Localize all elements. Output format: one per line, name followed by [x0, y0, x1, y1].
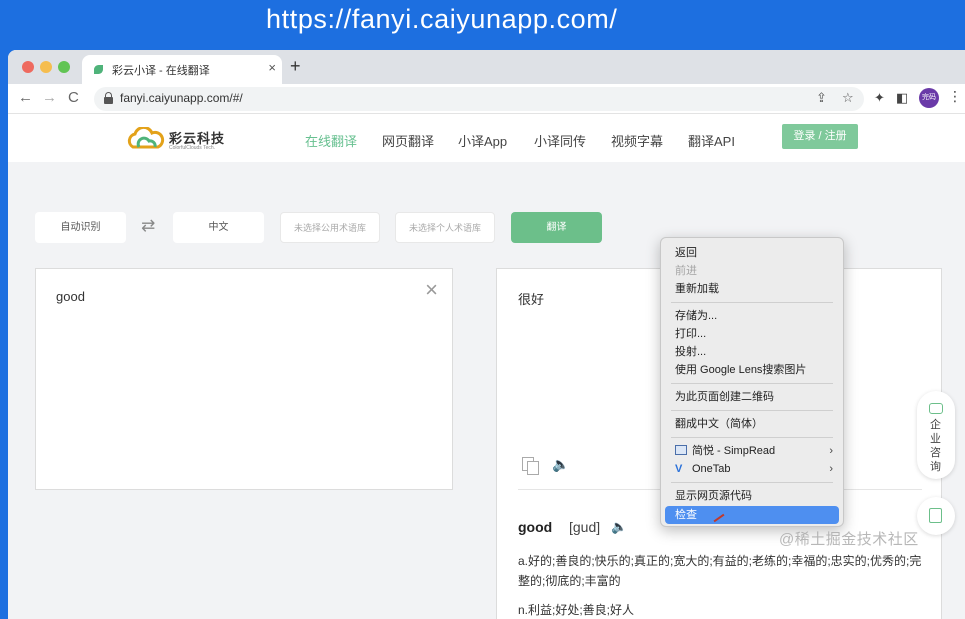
ctx-simpread[interactable]: 简悦 - SimpRead › [665, 442, 839, 460]
ctx-view-source[interactable]: 显示网页源代码 [665, 487, 839, 505]
extensions-puzzle-icon[interactable]: ✦ [874, 90, 885, 106]
definition-adjective: a.好的;善良的;快乐的;真正的;宽大的;有益的;老练的;幸福的;忠实的;优秀的… [518, 554, 922, 588]
target-language-select[interactable]: 中文 [173, 212, 264, 243]
source-language-select[interactable]: 自动识别 [35, 212, 126, 243]
public-glossary-select[interactable]: 未选择公用术语库 [280, 212, 380, 243]
logo-subtext: ColorfulClouds Tech. [169, 145, 216, 151]
zoom-window-button[interactable] [58, 61, 70, 73]
source-text-area[interactable]: good × [35, 268, 453, 490]
dictionary-phonetic: [gud] [569, 519, 601, 535]
ctx-separator [671, 437, 833, 438]
nav-simultaneous[interactable]: 小译同传 [534, 131, 586, 150]
onetab-icon: V [675, 463, 683, 475]
address-url[interactable]: fanyi.caiyunapp.com/#/ [120, 91, 243, 105]
watermark: @稀土掘金技术社区 [779, 531, 919, 548]
source-text[interactable]: good [56, 289, 85, 304]
browser-tab[interactable]: 彩云小译 - 在线翻译 × [82, 55, 282, 84]
bookmark-star-icon[interactable]: ☆ [842, 90, 854, 106]
swap-languages-icon[interactable]: ⇄ [141, 216, 155, 236]
ctx-onetab[interactable]: V OneTab › [665, 460, 839, 478]
nav-web-translate[interactable]: 网页翻译 [382, 131, 434, 150]
url-banner: https://fanyi.caiyunapp.com/ [0, 0, 965, 50]
ctx-reload[interactable]: 重新加载 [665, 280, 839, 298]
profile-avatar[interactable]: 完码 [919, 88, 939, 108]
submenu-arrow-icon: › [829, 445, 833, 457]
ctx-print[interactable]: 打印... [665, 325, 839, 343]
chat-icon [929, 403, 943, 414]
ctx-cast[interactable]: 投射... [665, 343, 839, 361]
simpread-icon [675, 445, 687, 455]
feedback-button[interactable] [917, 497, 955, 535]
forward-arrow-icon[interactable]: → [42, 89, 57, 106]
minimize-window-button[interactable] [40, 61, 52, 73]
ctx-save-as[interactable]: 存储为... [665, 307, 839, 325]
caiyun-logo[interactable]: 彩云科技 ColorfulClouds Tech. [125, 124, 225, 154]
ctx-translate[interactable]: 翻成中文（简体） [665, 415, 839, 433]
translate-button[interactable]: 翻译 [511, 212, 602, 243]
copy-icon[interactable] [522, 457, 539, 475]
enterprise-consult-widget[interactable]: 企业咨询 [917, 391, 955, 479]
context-menu: 返回 前进 重新加载 存储为... 打印... 投射... 使用 Google … [660, 237, 844, 527]
nav-video-subtitle[interactable]: 视频字幕 [611, 131, 663, 150]
ctx-separator [671, 410, 833, 411]
more-menu-icon[interactable]: ⋮ [948, 88, 962, 105]
personal-glossary-select[interactable]: 未选择个人术语库 [395, 212, 495, 243]
nav-translate-api[interactable]: 翻译API [688, 131, 735, 150]
definition-noun: n.利益;好处;善良;好人 [518, 603, 635, 617]
login-register-button[interactable]: 登录 / 注册 [782, 124, 858, 149]
nav-online-translate[interactable]: 在线翻译 [305, 131, 357, 150]
cloud-logo-icon [127, 127, 165, 149]
ctx-separator [671, 383, 833, 384]
ctx-inspect[interactable]: 检查 [665, 506, 839, 524]
close-window-button[interactable] [22, 61, 34, 73]
tab-title: 彩云小译 - 在线翻译 [112, 65, 210, 77]
translation-text: 很好 [518, 292, 545, 307]
new-tab-button[interactable]: + [290, 56, 301, 77]
pronounce-speaker-icon[interactable]: 🔈 [611, 519, 627, 535]
submenu-arrow-icon: › [829, 463, 833, 475]
ctx-onetab-label: OneTab [692, 463, 731, 475]
ctx-back[interactable]: 返回 [665, 244, 839, 262]
ctx-forward: 前进 [675, 265, 697, 277]
browser-toolbar: ← → C fanyi.caiyunapp.com/#/ ⇪ ☆ ✦ ◧ 完码 … [8, 84, 965, 114]
enterprise-consult-label: 企业咨询 [930, 419, 941, 473]
speaker-icon[interactable]: 🔈 [552, 456, 569, 473]
tab-strip: 彩云小译 - 在线翻译 × + [8, 50, 965, 84]
ctx-qr-code[interactable]: 为此页面创建二维码 [665, 388, 839, 406]
clear-icon[interactable]: × [425, 277, 438, 303]
edit-note-icon [929, 508, 942, 523]
ctx-simpread-label: 简悦 - SimpRead [692, 445, 776, 457]
side-panel-icon[interactable]: ◧ [896, 90, 908, 106]
ctx-separator [671, 302, 833, 303]
tab-close-icon[interactable]: × [268, 60, 276, 75]
banner-url-text: https://fanyi.caiyunapp.com/ [266, 4, 618, 34]
back-arrow-icon[interactable]: ← [18, 89, 33, 106]
nav-app[interactable]: 小译App [458, 131, 507, 150]
reload-icon[interactable]: C [68, 89, 79, 106]
lock-icon[interactable] [104, 92, 113, 104]
caiyun-favicon-icon [94, 65, 103, 74]
share-icon[interactable]: ⇪ [816, 90, 827, 106]
ctx-google-lens[interactable]: 使用 Google Lens搜索图片 [665, 361, 839, 379]
address-bar[interactable]: fanyi.caiyunapp.com/#/ ⇪ ☆ [94, 87, 864, 111]
dictionary-word: good [518, 519, 553, 535]
ctx-separator [671, 482, 833, 483]
site-header: 彩云科技 ColorfulClouds Tech. 在线翻译 网页翻译 小译Ap… [8, 114, 965, 162]
